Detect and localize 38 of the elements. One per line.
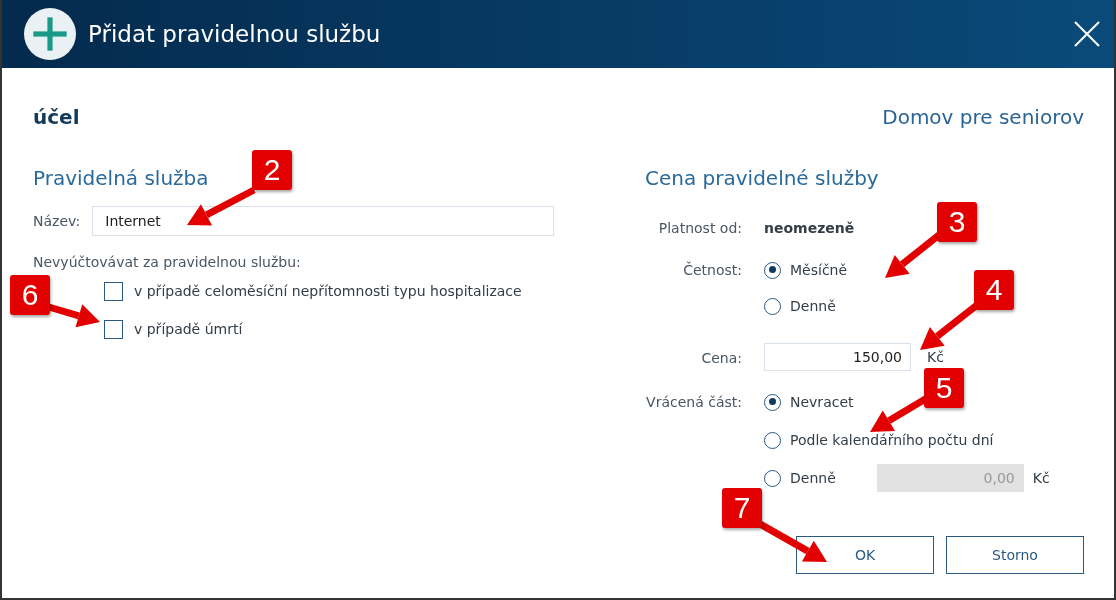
- arrow: [758, 520, 827, 562]
- radio-label: Denně: [790, 298, 836, 314]
- checkbox[interactable]: [104, 319, 123, 339]
- name-field[interactable]: Internet: [92, 206, 555, 236]
- dialog-button[interactable]: OK: [796, 536, 934, 574]
- field-label: Platnost od:: [658, 220, 742, 236]
- section-heading: Pravidelná služba: [33, 165, 209, 192]
- dialog-button[interactable]: Storno: [946, 536, 1084, 574]
- radio-label: Nevracet: [790, 394, 854, 410]
- section-heading: Cena pravidelné služby: [645, 165, 879, 192]
- validity-value: neomezeně: [764, 220, 855, 236]
- callout-badge: 3: [937, 202, 977, 242]
- amount-field: 0,00: [876, 464, 1024, 492]
- callout-badge: 7: [722, 488, 762, 528]
- field-label: Vrácená část:: [646, 394, 742, 410]
- window-title: Přidat pravidelnou službu: [88, 21, 382, 47]
- checkbox-label: v případě celoměsíční nepřítomnosti typu hospitalizace: [134, 283, 522, 299]
- purpose-label: účel: [33, 105, 80, 129]
- currency-label: Kč: [927, 349, 944, 365]
- checkbox-label: v případě úmrtí: [134, 321, 243, 337]
- price-field[interactable]: 150,00: [764, 343, 911, 371]
- callout-badge: 2: [252, 150, 292, 190]
- plus-icon: [24, 8, 76, 60]
- radio-label: Měsíčně: [790, 262, 848, 278]
- field-label: Cena:: [701, 350, 742, 366]
- checkbox[interactable]: [104, 281, 123, 301]
- field-label: Nevyúčtovávat za pravidelnou službu:: [33, 254, 301, 272]
- close-icon[interactable]: [1074, 21, 1100, 47]
- arrow: [187, 186, 256, 226]
- radio-label: Podle kalendářního počtu dní: [790, 432, 994, 448]
- facility-name: Domov pre seniorov: [882, 105, 1084, 129]
- field-label: Název:: [33, 213, 81, 229]
- callout-badge: 4: [974, 270, 1014, 310]
- field-label: Četnost:: [683, 262, 742, 278]
- currency-label: Kč: [1032, 470, 1050, 486]
- radio-label: Denně: [790, 470, 836, 486]
- callout-badge: 6: [10, 275, 50, 315]
- callout-badge: 5: [924, 368, 964, 408]
